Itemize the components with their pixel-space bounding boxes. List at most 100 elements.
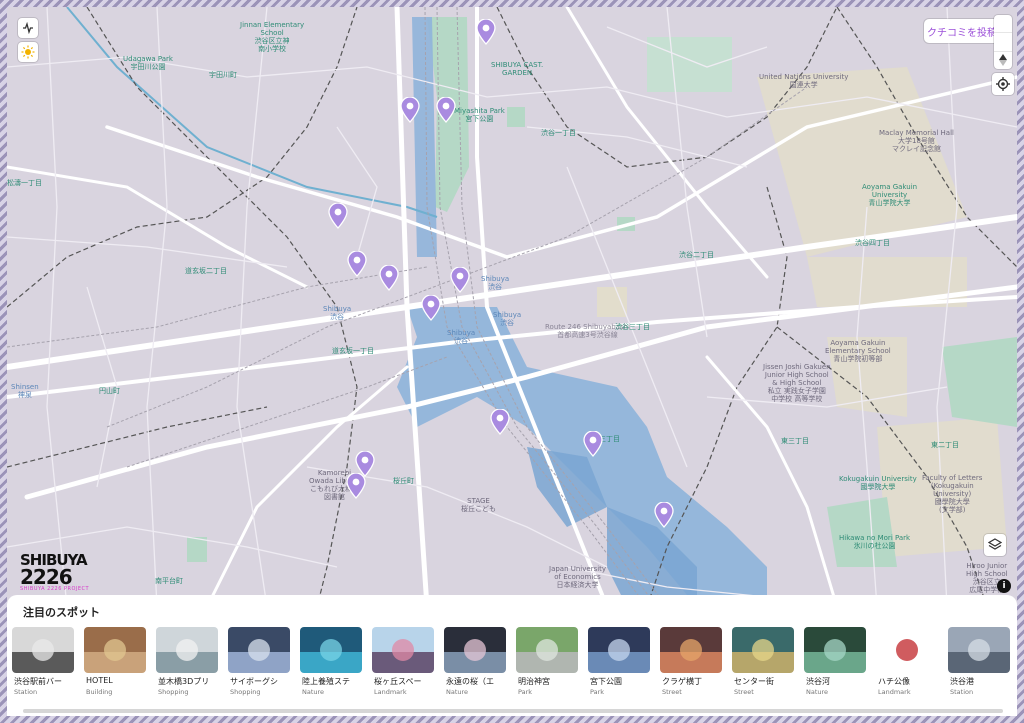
map-pin[interactable] [400, 97, 420, 123]
map-label: Shibuya 渋谷 [447, 329, 476, 345]
spot-name: 並木橋3Dプリ [158, 677, 210, 686]
spot-card[interactable]: 渋谷駅前バー Station [12, 627, 76, 703]
map-pin[interactable] [583, 431, 603, 457]
spot-category: Park [590, 688, 605, 696]
map-label: 円山町 [99, 387, 120, 395]
spot-card[interactable]: サイボーグシ Shopping [228, 627, 292, 703]
layers-button[interactable] [984, 534, 1006, 556]
spot-thumbnail [300, 627, 362, 673]
spot-card[interactable]: 永遠の桜（エ Nature [444, 627, 508, 703]
spot-card[interactable]: 桜ヶ丘スペー Landmark [372, 627, 436, 703]
map-label: Miyashita Park 宮下公園 [454, 107, 505, 123]
zoom-in-button[interactable] [994, 15, 1012, 34]
featured-spots-panel: 注目のスポット 渋谷駅前バー Station HOTEL Building 並木橋3Dプ… [7, 595, 1017, 716]
spot-category: Park [518, 688, 533, 696]
map-pin[interactable] [379, 265, 399, 291]
spot-thumbnail [12, 627, 74, 673]
post-review-button[interactable]: クチコミを投稿 [924, 19, 1000, 43]
spot-thumbnail [228, 627, 290, 673]
spot-card[interactable]: 陸上養殖ステ Nature [300, 627, 364, 703]
spot-thumbnail [948, 627, 1010, 673]
map-label: Japan University of Economics 日本経済大学 [549, 565, 607, 589]
map-canvas[interactable]: Jinnan Elementary School 渋谷区立神 南小学校 Udag… [7, 7, 1017, 607]
spot-card[interactable]: 渋谷河 Nature [804, 627, 868, 703]
panel-title: 注目のスポット [23, 606, 100, 619]
map-label: Aoyama Gakuin University 青山学院大学 [862, 183, 918, 207]
map-label: Shibuya 渋谷 [323, 305, 352, 321]
map-pin[interactable] [450, 267, 470, 293]
spot-card[interactable]: 明治神宮 Park [516, 627, 580, 703]
horizontal-scrollbar[interactable] [23, 709, 1003, 713]
map-label: 東二丁目 [931, 441, 959, 449]
spot-thumbnail [372, 627, 434, 673]
spot-name: HOTEL [86, 676, 113, 685]
spot-category: Nature [806, 688, 829, 696]
spot-thumbnail [156, 627, 218, 673]
spot-name: 宮下公園 [590, 677, 622, 686]
spot-card[interactable]: センター街 Street [732, 627, 796, 703]
map-label: 渋谷二丁目 [679, 251, 714, 259]
map-label: Hikawa no Mori Park 氷川の杜公園 [839, 534, 911, 550]
map-pin[interactable] [328, 203, 348, 229]
map-pin[interactable] [347, 251, 367, 277]
spot-card-list[interactable]: 渋谷駅前バー Station HOTEL Building 並木橋3Dプリ Shoppin… [12, 627, 1017, 703]
map-label: SHIBUYA CAST. GARDEN [491, 61, 544, 77]
spot-card[interactable]: HOTEL Building [84, 627, 148, 703]
app-logo: SHIBUYA 2226 SHIBUYA 2226 PROJECT [20, 552, 100, 592]
map-pin[interactable] [490, 409, 510, 435]
spot-category: Nature [302, 688, 325, 696]
spot-name: 渋谷港 [950, 677, 974, 686]
map-label: Aoyama Gakuin Elementary School 青山学院初等部 [825, 339, 891, 363]
map-pin[interactable] [421, 295, 441, 321]
spot-card[interactable]: 宮下公園 Park [588, 627, 652, 703]
spot-thumbnail [804, 627, 866, 673]
logo-line2: 2226 [20, 565, 73, 589]
map-label: 道玄坂一丁目 [332, 347, 374, 355]
map-label: Shinsen 神泉 [11, 383, 39, 399]
spot-category: Station [950, 688, 974, 696]
map-label: Jinnan Elementary School 渋谷区立神 南小学校 [240, 21, 305, 53]
map-label: STAGE 桜丘こども [461, 497, 496, 513]
spot-category: Landmark [374, 688, 407, 696]
info-icon[interactable]: i [997, 579, 1011, 593]
spot-thumbnail [588, 627, 650, 673]
sun-icon [21, 45, 35, 59]
spot-card[interactable]: ハチ公像 Landmark [876, 627, 940, 703]
map-pin[interactable] [346, 473, 366, 499]
spot-name: ハチ公像 [878, 677, 910, 686]
compass-button[interactable] [994, 52, 1012, 69]
spot-category: Street [662, 688, 682, 696]
map-label: 渋谷四丁目 [855, 239, 890, 247]
map-label: Shibuya 渋谷 [493, 311, 522, 327]
spot-category: Shopping [158, 688, 189, 696]
spot-card[interactable]: 渋谷港 Station [948, 627, 1012, 703]
map-base [7, 7, 1017, 607]
zoom-compass-group [994, 15, 1012, 69]
locate-icon [996, 77, 1010, 91]
spot-name: センター街 [734, 677, 774, 686]
map-pin[interactable] [436, 97, 456, 123]
spot-card[interactable]: クラゲ横丁 Street [660, 627, 724, 703]
activity-icon [23, 22, 33, 34]
spot-category: Street [734, 688, 754, 696]
locate-button[interactable] [992, 73, 1014, 95]
zoom-out-button[interactable] [994, 33, 1012, 52]
map-pin[interactable] [476, 19, 496, 45]
map-label: 道玄坂二丁目 [185, 267, 227, 275]
spot-card[interactable]: 並木橋3Dプリ Shopping [156, 627, 220, 703]
spot-name: クラゲ横丁 [662, 677, 702, 686]
light-mode-button[interactable] [18, 42, 38, 62]
spot-category: Landmark [878, 688, 911, 696]
map-label: 南平台町 [155, 577, 183, 585]
spot-thumbnail [516, 627, 578, 673]
layers-icon [988, 538, 1002, 550]
map-label: Maclay Memorial Hall 大学18号館 マクレイ記念館 [879, 129, 954, 153]
map-label: United Nations University 国連大学 [759, 73, 849, 89]
spot-name: 永遠の桜（エ [446, 677, 494, 686]
map-pin[interactable] [654, 502, 674, 528]
spot-name: サイボーグシ [230, 677, 278, 686]
spot-name: 渋谷駅前バー [14, 677, 62, 686]
map-label: Udagawa Park 宇田川公園 [123, 55, 173, 71]
spot-thumbnail [660, 627, 722, 673]
activity-button[interactable] [18, 18, 38, 38]
